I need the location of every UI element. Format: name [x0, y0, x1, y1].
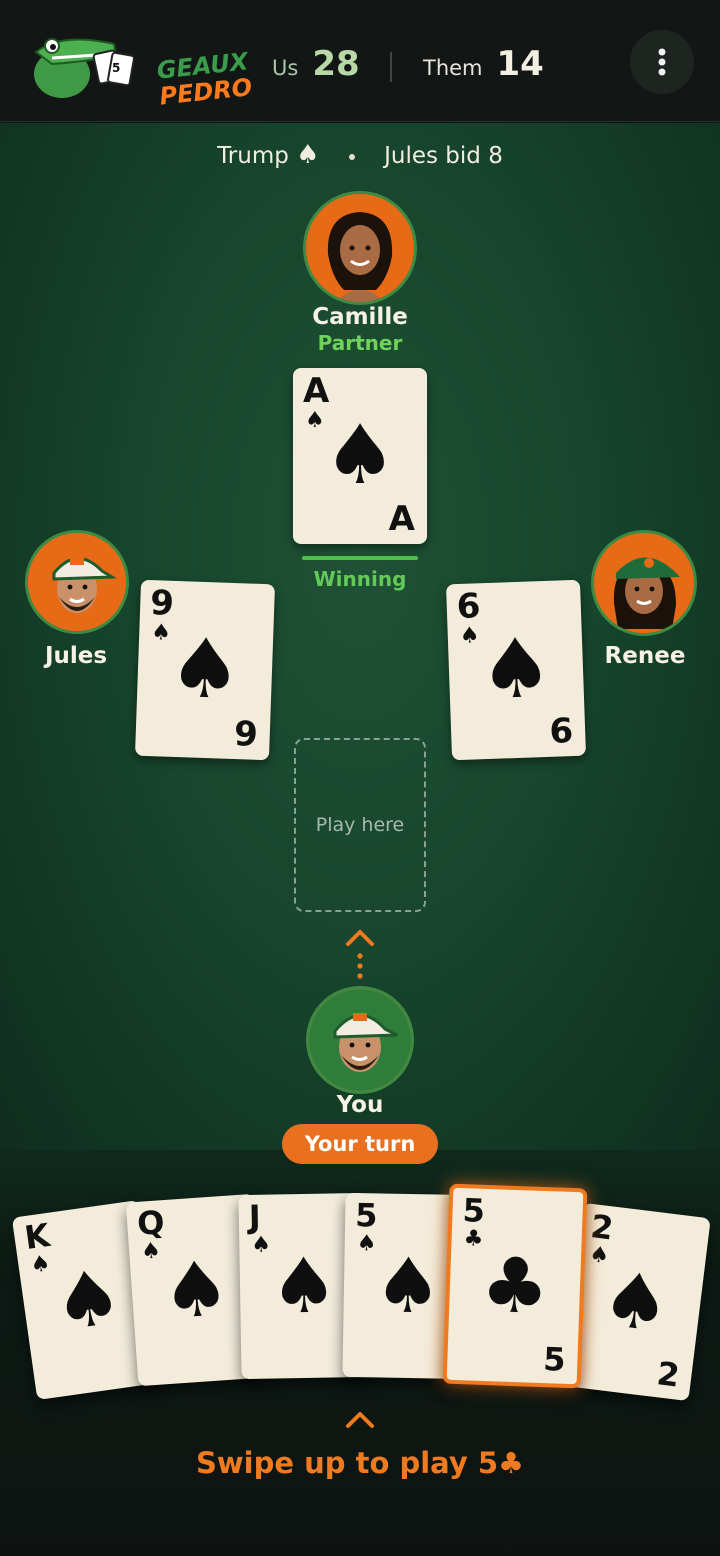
trick-card-west: 9 ♠ ♠ 9 — [134, 579, 276, 761]
trump-suit-icon: ♠ — [296, 140, 320, 170]
status-separator — [348, 153, 355, 160]
chevron-up-icon — [346, 1412, 374, 1428]
game-logo: 5 GEAUX PEDRO — [22, 22, 253, 111]
us-score-label: Us — [272, 56, 299, 80]
card-rank: 5 — [542, 1340, 567, 1379]
alligator-mascot-icon: 5 — [34, 38, 135, 98]
top-bar: 5 GEAUX PEDRO Us 28 Them 14 — [0, 0, 720, 122]
score-divider — [390, 52, 392, 82]
them-score-value: 14 — [496, 44, 544, 84]
avatar-jules — [25, 530, 129, 634]
them-score-label: Them — [423, 56, 483, 80]
svg-text:5: 5 — [112, 61, 120, 75]
card-rank: 2 — [654, 1354, 682, 1395]
winning-label: Winning — [313, 567, 407, 591]
us-score: Us 28 — [272, 44, 360, 84]
trick-status: Trump ♠ Jules bid 8 — [0, 140, 720, 170]
more-vertical-icon — [658, 48, 666, 76]
your-turn-badge: Your turn — [282, 1124, 438, 1164]
trump-label: Trump — [217, 143, 289, 169]
play-zone-label: Play here — [315, 814, 405, 836]
logo-wordmark: GEAUX PEDRO — [155, 46, 271, 110]
us-score-value: 28 — [312, 44, 360, 84]
bid-text: Jules bid 8 — [384, 143, 503, 169]
player-name-west: Jules — [44, 643, 108, 669]
play-drop-zone[interactable]: Play here — [294, 738, 426, 912]
player-name-south: You — [336, 1092, 384, 1118]
hand-card-5-selected[interactable]: 5 ♣ ♣ 5 — [442, 1183, 588, 1389]
chevron-up-icon — [346, 930, 374, 979]
avatar-camille — [303, 191, 417, 305]
player-name-east: Renee — [604, 643, 686, 669]
avatar-you — [306, 986, 414, 1094]
avatar-renee — [591, 530, 697, 636]
winning-indicator — [302, 556, 418, 560]
them-score: Them 14 — [423, 44, 544, 84]
menu-button[interactable] — [630, 30, 694, 94]
swipe-hint: Swipe up to play 5♣ — [195, 1446, 525, 1480]
player-role-north: Partner — [317, 331, 403, 355]
card-rank: 9 — [233, 714, 259, 755]
card-rank: 6 — [548, 711, 574, 752]
player-name-north: Camille — [312, 304, 408, 330]
trick-card-north: A ♠ ♠ A — [293, 368, 427, 544]
trick-card-east: 6 ♠ ♠ 6 — [445, 579, 587, 761]
card-rank: A — [388, 499, 415, 539]
